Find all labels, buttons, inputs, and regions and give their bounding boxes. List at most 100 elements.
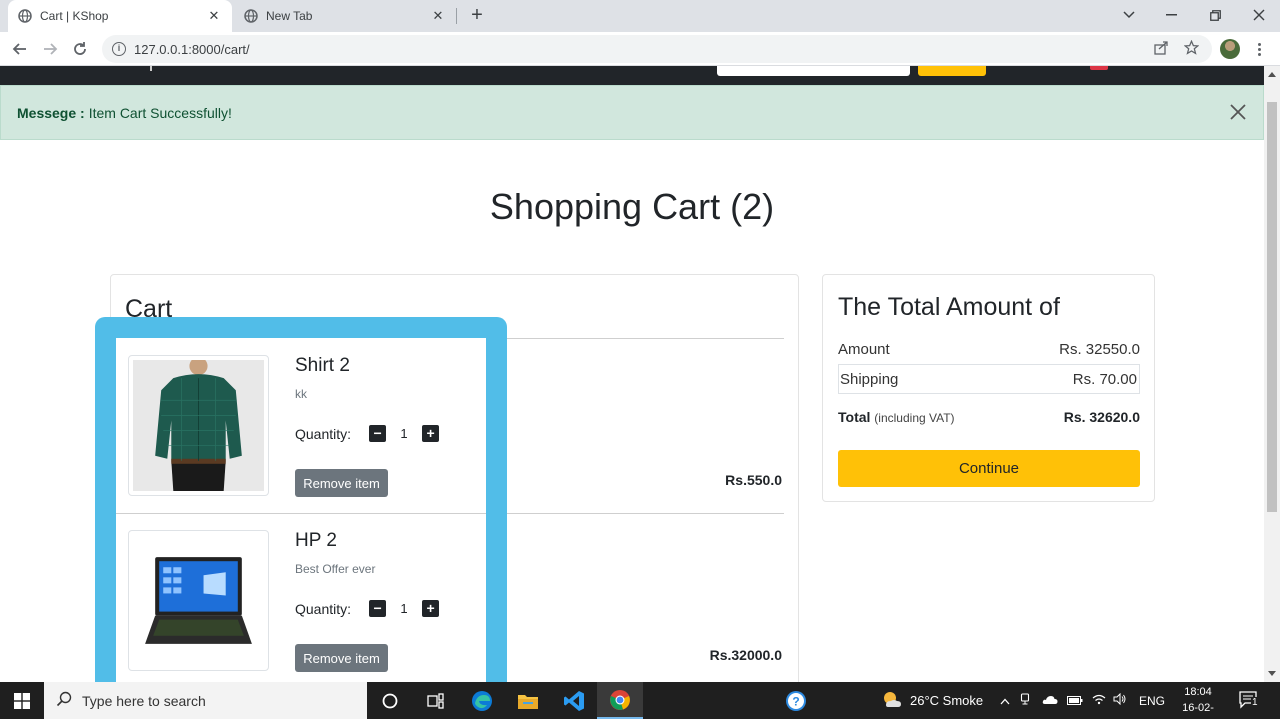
bookmark-star-icon[interactable] (1183, 39, 1200, 58)
page-title: Shopping Cart (2) (489, 186, 775, 227)
clock-date: 16-02-2022 (1182, 702, 1214, 719)
search-icon (56, 691, 72, 710)
weather-sun-icon (882, 690, 902, 711)
forward-arrow-icon[interactable] (37, 36, 63, 62)
list-item: Shirt 2 kk Quantity: − 1 + Remove item (116, 338, 486, 514)
alert-label: Messege : (17, 104, 85, 121)
plus-icon[interactable]: + (422, 600, 440, 617)
item-price: Rs.550.0 (725, 472, 782, 488)
tab-title: Cart | KShop (40, 9, 109, 23)
onedrive-cloud-icon[interactable] (1042, 693, 1058, 708)
site-info-icon[interactable]: i (112, 42, 126, 56)
remove-item-button[interactable]: Remove item (295, 469, 388, 497)
minus-icon[interactable]: − (369, 600, 387, 617)
globe-icon (18, 9, 32, 23)
notification-icon[interactable]: 1 (1238, 690, 1260, 710)
language-indicator[interactable]: ENG (1139, 694, 1165, 708)
weather-widget[interactable]: 26°C Smoke (882, 682, 983, 719)
taskbar-clock[interactable]: 18:04 16-02-2022 (1170, 684, 1226, 719)
product-image (128, 355, 269, 496)
total-label: Total (838, 409, 871, 425)
laptop-image (133, 535, 264, 666)
browser-menu-icon[interactable] (1252, 38, 1266, 60)
item-description: Best Offer ever (295, 562, 376, 576)
weather-text: 26°C Smoke (910, 693, 984, 708)
site-search-button[interactable] (918, 66, 986, 76)
total-row: Total (including VAT) Rs. 32620.0 (838, 402, 1140, 432)
profile-avatar[interactable] (1220, 39, 1240, 59)
tab-close-icon[interactable]: ✕ (206, 8, 222, 24)
address-url: 127.0.0.1:8000/cart/ (134, 41, 250, 57)
battery-icon[interactable] (1067, 693, 1083, 708)
new-tab-plus-icon[interactable]: + (466, 4, 488, 28)
share-icon[interactable] (1154, 40, 1169, 58)
volume-icon[interactable] (1113, 692, 1127, 708)
tab-title: New Tab (266, 9, 313, 23)
windows-start-icon[interactable] (0, 682, 44, 719)
tab-search-chevron-icon[interactable] (1108, 0, 1150, 30)
quantity-label: Quantity: (295, 425, 352, 442)
svg-text:?: ? (792, 694, 799, 708)
minimize-icon[interactable] (1150, 0, 1192, 30)
tab-close-icon[interactable]: ✕ (430, 8, 446, 24)
chevron-up-icon[interactable] (1000, 693, 1010, 708)
amount-label: Amount (838, 340, 890, 358)
amount-value: Rs. 32550.0 (1059, 340, 1140, 358)
shipping-row: Shipping Rs. 70.00 (838, 364, 1140, 394)
wifi-icon[interactable] (1092, 693, 1106, 708)
restore-icon[interactable] (1194, 0, 1236, 30)
address-bar[interactable]: i 127.0.0.1:8000/cart/ (102, 35, 1212, 63)
notification-count: 1 (1251, 697, 1259, 708)
taskbar-search-placeholder: Type here to search (82, 692, 206, 709)
page-scrollbar[interactable] (1264, 66, 1280, 682)
product-image (128, 530, 269, 671)
system-tray-icons: ENG (1000, 682, 1165, 719)
file-explorer-icon[interactable] (505, 682, 551, 719)
minus-icon[interactable]: − (369, 425, 387, 442)
browser-toolbar: i 127.0.0.1:8000/cart/ (0, 32, 1280, 66)
close-window-icon[interactable] (1238, 0, 1280, 30)
list-item: HP 2 Best Offer ever Quantity: − 1 + Rem… (116, 513, 486, 682)
scroll-down-arrow-icon[interactable] (1268, 671, 1276, 676)
item-name: Shirt 2 (295, 355, 350, 376)
page-viewport: Messege : Item Cart Successfully! Shoppi… (0, 66, 1264, 682)
quantity-value: 1 (400, 426, 408, 441)
reload-icon[interactable] (67, 36, 93, 62)
close-icon[interactable] (1227, 101, 1249, 123)
browser-tabstrip: Cart | KShop ✕ New Tab ✕ + (0, 0, 1280, 32)
amount-row: Amount Rs. 32550.0 (838, 334, 1140, 364)
total-note: (including VAT) (874, 411, 955, 425)
vscode-icon[interactable] (551, 682, 597, 719)
quantity-stepper: Quantity: − 1 + (295, 425, 442, 442)
taskbar-search-input[interactable]: Type here to search (44, 682, 367, 719)
edge-browser-icon[interactable] (459, 682, 505, 719)
site-navbar (0, 66, 1264, 85)
tab-separator (456, 8, 457, 24)
success-alert: Messege : Item Cart Successfully! (0, 85, 1264, 140)
scroll-up-arrow-icon[interactable] (1268, 72, 1276, 77)
item-name: HP 2 (295, 530, 337, 551)
continue-button[interactable]: Continue (838, 450, 1140, 487)
item-price: Rs.32000.0 (709, 647, 782, 663)
tab-cart[interactable]: Cart | KShop ✕ (8, 0, 232, 32)
remove-item-button[interactable]: Remove item (295, 644, 388, 672)
cart-count-badge[interactable] (1090, 66, 1108, 70)
tab-new-tab[interactable]: New Tab ✕ (234, 0, 456, 32)
back-arrow-icon[interactable] (7, 36, 33, 62)
windows-taskbar: Type here to search ? 26°C Smoke ENG 18:… (0, 682, 1280, 719)
shirt-image (133, 356, 264, 491)
brand-logo[interactable] (150, 66, 156, 71)
help-icon[interactable]: ? (773, 682, 819, 719)
plus-icon[interactable]: + (422, 425, 440, 442)
shipping-value: Rs. 70.00 (1072, 370, 1137, 388)
cortana-icon[interactable] (367, 682, 413, 719)
globe-icon (244, 9, 258, 23)
task-view-icon[interactable] (413, 682, 459, 719)
site-search-input[interactable] (717, 66, 910, 76)
total-value: Rs. 32620.0 (1063, 409, 1140, 425)
chrome-icon[interactable] (597, 682, 643, 719)
total-card-title: The Total Amount of (838, 293, 1060, 321)
meet-now-icon[interactable] (1020, 693, 1032, 708)
scrollbar-thumb[interactable] (1267, 102, 1277, 512)
cart-items-list: Shirt 2 kk Quantity: − 1 + Remove item H… (116, 338, 486, 682)
